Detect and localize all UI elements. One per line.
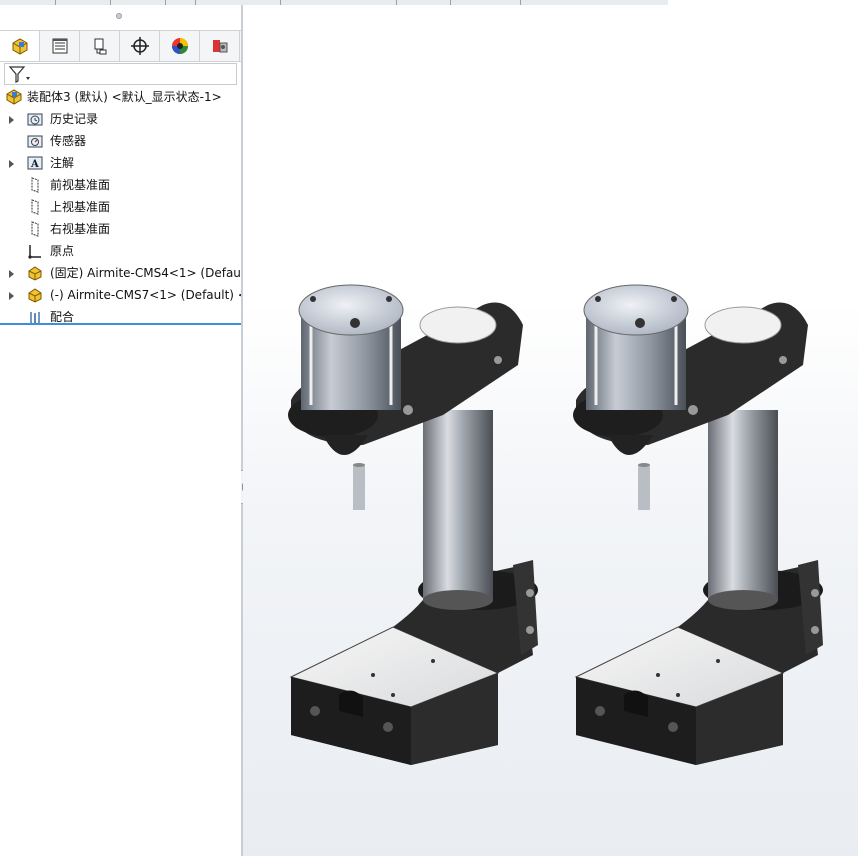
tab-display-manager[interactable] — [160, 31, 200, 61]
configuration-manager-icon — [94, 38, 106, 55]
expand-arrow-icon[interactable] — [9, 160, 14, 168]
sensor-folder-icon — [27, 135, 43, 148]
model-view — [286, 283, 825, 767]
tree-item-label: 前视基准面 — [50, 178, 111, 192]
history-folder-icon — [27, 113, 43, 126]
feature-tree-panel: 装配体3 (默认) <默认_显示状态-1> 历史记录传感器 A 注解前视基准面上视基… — [0, 5, 241, 856]
tree-item[interactable]: 前视基准面 — [0, 174, 241, 196]
tree-item-label: (固定) Airmite-CMS4<1> (Default — [50, 266, 241, 280]
assembly-icon — [6, 89, 22, 105]
display-manager-icon — [171, 38, 188, 54]
tree-root[interactable]: 装配体3 (默认) <默认_显示状态-1> — [0, 86, 241, 108]
origin-icon — [28, 245, 41, 259]
plane-icon — [31, 177, 39, 193]
tree-item-label: 注解 — [50, 156, 75, 170]
tree-item[interactable]: 原点 — [0, 240, 241, 262]
tree-item[interactable]: A 注解 — [0, 152, 241, 174]
tree-item-label: 原点 — [50, 244, 75, 258]
tab-cam-manager[interactable] — [200, 31, 240, 61]
tab-property-manager[interactable] — [40, 31, 80, 61]
tree-item-label: 上视基准面 — [50, 200, 111, 214]
annotation-folder-icon: A — [27, 156, 43, 170]
tree-item-label: (-) Airmite-CMS7<1> (Default) < — [50, 288, 241, 302]
filter-icon[interactable] — [8, 65, 32, 85]
assembly-part-icon — [28, 288, 42, 303]
expand-arrow-icon[interactable] — [9, 116, 14, 124]
tree-item[interactable]: 传感器 — [0, 130, 241, 152]
tab-configuration-manager[interactable] — [80, 31, 120, 61]
plane-icon — [31, 199, 39, 215]
feature-tree: 装配体3 (默认) <默认_显示状态-1> 历史记录传感器 A 注解前视基准面上视基… — [0, 86, 241, 328]
tree-item[interactable]: (固定) Airmite-CMS4<1> (Default — [0, 262, 241, 284]
tree-item[interactable]: (-) Airmite-CMS7<1> (Default) < — [0, 284, 241, 306]
tree-item-label: 右视基准面 — [50, 222, 111, 236]
cam-manager-icon — [212, 40, 227, 53]
dimxpert-icon — [130, 37, 149, 55]
tree-end-divider — [0, 323, 241, 325]
svg-text:A: A — [30, 159, 39, 170]
tree-item-label: 传感器 — [50, 134, 87, 148]
tree-item-label: 历史记录 — [50, 112, 99, 126]
tree-item[interactable]: 历史记录 — [0, 108, 241, 130]
tab-dimxpert[interactable] — [120, 31, 160, 61]
expand-arrow-icon[interactable] — [9, 270, 14, 278]
panel-grip[interactable] — [116, 13, 122, 19]
tree-item[interactable]: 上视基准面 — [0, 196, 241, 218]
property-manager-icon — [52, 38, 67, 54]
tree-root-label: 装配体3 (默认) <默认_显示状态-1> — [27, 90, 222, 104]
feature-manager-icon — [12, 38, 27, 55]
expand-arrow-icon[interactable] — [9, 292, 14, 300]
tab-feature-manager[interactable] — [0, 31, 40, 61]
tree-item[interactable]: 右视基准面 — [0, 218, 241, 240]
tree-filter[interactable] — [4, 63, 237, 85]
manager-tabs — [0, 30, 241, 62]
assembly-part-icon — [28, 266, 42, 281]
plane-icon — [31, 221, 39, 237]
graphics-viewport[interactable] — [243, 5, 858, 856]
